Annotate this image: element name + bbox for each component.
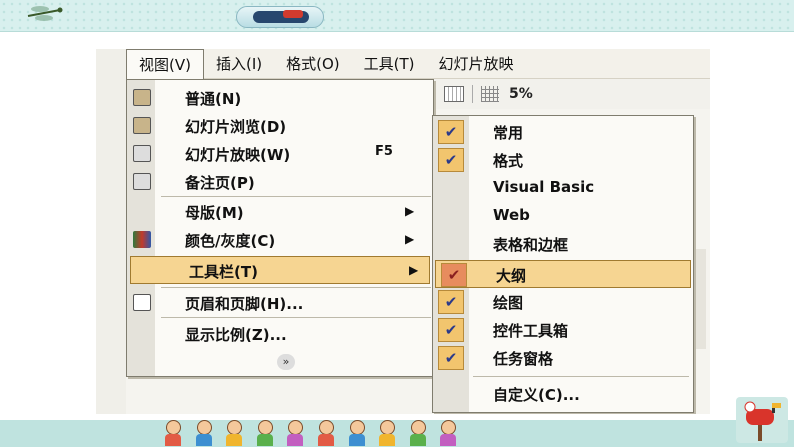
toolbar-item-label: 任务窗格 [493, 350, 554, 368]
menu-format[interactable]: 格式(O) [274, 49, 352, 79]
menu-item-slideshow[interactable]: 幻灯片放映(W) F5 [127, 140, 433, 168]
child-figure [219, 418, 250, 447]
menu-item-normal[interactable]: 普通(N) [127, 84, 433, 112]
menu-item-label: 幻灯片放映(W) [185, 146, 291, 164]
menu-item-label: 备注页(P) [185, 174, 255, 192]
logo-badge [236, 6, 324, 28]
submenu-arrow-icon: ▶ [405, 204, 415, 218]
toolbar-item-label: Visual Basic [493, 178, 595, 196]
expand-menu-icon[interactable]: » [277, 354, 295, 370]
menu-separator [161, 287, 431, 288]
children-illustration [158, 418, 464, 447]
dragonfly-icon [27, 6, 63, 21]
toolbar-item-label: 自定义(C)... [493, 386, 580, 404]
submenu-arrow-icon: ▶ [409, 263, 419, 277]
submenu-arrow-icon: ▶ [405, 232, 415, 246]
submenu-separator [473, 376, 689, 377]
check-icon: ✔ [438, 290, 464, 314]
top-decoration-band [0, 0, 794, 32]
toolbar-item-label: 格式 [493, 152, 524, 170]
menu-item-label: 颜色/灰度(C) [185, 232, 276, 250]
toolbar-item-label: 表格和边框 [493, 236, 569, 254]
toolbar-item-outline[interactable]: ✔ 大纲 [435, 260, 691, 288]
check-icon: ✔ [438, 148, 464, 172]
child-figure [342, 418, 373, 447]
background-area [696, 249, 706, 349]
menu-separator [161, 196, 431, 197]
toolbar-item-tables-borders[interactable]: 表格和边框 [433, 230, 693, 258]
check-icon: ✔ [438, 318, 464, 342]
menu-item-label: 工具栏(T) [189, 263, 258, 281]
menu-item-label: 页眉和页脚(H)... [185, 295, 304, 313]
child-figure [189, 418, 220, 447]
check-icon: ✔ [438, 346, 464, 370]
menu-item-zoom[interactable]: 显示比例(Z)... [127, 320, 433, 348]
child-figure [250, 418, 281, 447]
child-figure [433, 418, 464, 447]
menu-item-slide-sorter[interactable]: 幻灯片浏览(D) [127, 112, 433, 140]
notes-page-icon [133, 173, 151, 190]
child-figure [311, 418, 342, 447]
slide-sorter-icon [133, 117, 151, 134]
menu-item-header-footer[interactable]: 页眉和页脚(H)... [127, 289, 433, 317]
toolbar-item-label: 控件工具箱 [493, 322, 569, 340]
menu-insert[interactable]: 插入(I) [204, 49, 274, 79]
toolbar-item-label: 常用 [493, 124, 524, 142]
toolbar-item-formatting[interactable]: ✔ 格式 [433, 146, 693, 174]
menu-item-color-grayscale[interactable]: 颜色/灰度(C) ▶ [127, 226, 433, 254]
logo-accent [283, 10, 303, 18]
menu-item-shortcut: F5 [375, 144, 393, 159]
toolbar-item-control-toolbox[interactable]: ✔ 控件工具箱 [433, 316, 693, 344]
normal-view-icon [133, 89, 151, 106]
mailbox-icon [736, 397, 788, 443]
check-icon: ✔ [438, 120, 464, 144]
toolbar-separator [472, 85, 473, 103]
menu-item-notes-page[interactable]: 备注页(P) [127, 168, 433, 196]
check-icon: ✔ [441, 263, 467, 287]
zoom-value[interactable]: 5% [509, 86, 533, 102]
toolbar-item-customize[interactable]: 自定义(C)... [433, 380, 693, 408]
view-menu: 普通(N) 幻灯片浏览(D) 幻灯片放映(W) F5 备注页(P) 母版(M) … [126, 79, 434, 377]
toolbar-item-task-pane[interactable]: ✔ 任务窗格 [433, 344, 693, 372]
child-figure [372, 418, 403, 447]
menu-item-label: 母版(M) [185, 204, 244, 222]
menu-slideshow[interactable]: 幻灯片放映 [427, 49, 526, 79]
menu-separator [161, 317, 431, 318]
toolbar: 5% [434, 79, 710, 109]
toolbar-item-label: 大纲 [496, 267, 527, 285]
menu-item-label: 显示比例(Z)... [185, 326, 287, 344]
screenshot-panel: 视图(V) 插入(I) 格式(O) 工具(T) 幻灯片放映 5% 普通(N) 幻… [96, 49, 710, 414]
menu-item-label: 普通(N) [185, 90, 242, 108]
toolbar-item-visual-basic[interactable]: Visual Basic [433, 174, 693, 202]
toolbar-item-label: Web [493, 206, 530, 224]
toolbar-item-label: 绘图 [493, 294, 524, 312]
slideshow-icon [133, 145, 151, 162]
child-figure [403, 418, 434, 447]
menu-item-master[interactable]: 母版(M) ▶ [127, 198, 433, 226]
toolbar-item-standard[interactable]: ✔ 常用 [433, 118, 693, 146]
header-footer-icon [133, 294, 151, 311]
left-strip [96, 49, 126, 414]
menu-tools[interactable]: 工具(T) [352, 49, 427, 79]
color-grayscale-icon [133, 231, 151, 248]
table-icon[interactable] [444, 86, 464, 102]
child-figure [280, 418, 311, 447]
menu-bar: 视图(V) 插入(I) 格式(O) 工具(T) 幻灯片放映 [126, 49, 710, 79]
menu-item-label: 幻灯片浏览(D) [185, 118, 287, 136]
child-figure [158, 418, 189, 447]
dot-pattern [0, 0, 794, 32]
menu-view[interactable]: 视图(V) [126, 49, 204, 79]
toolbar-item-drawing[interactable]: ✔ 绘图 [433, 288, 693, 316]
toolbars-submenu: ✔ 常用 ✔ 格式 Visual Basic Web 表格和边框 ✔ 大纲 ✔ … [432, 115, 694, 413]
toolbar-item-web[interactable]: Web [433, 202, 693, 230]
menu-item-toolbars[interactable]: 工具栏(T) ▶ [130, 256, 430, 284]
grid-icon[interactable] [481, 86, 499, 102]
